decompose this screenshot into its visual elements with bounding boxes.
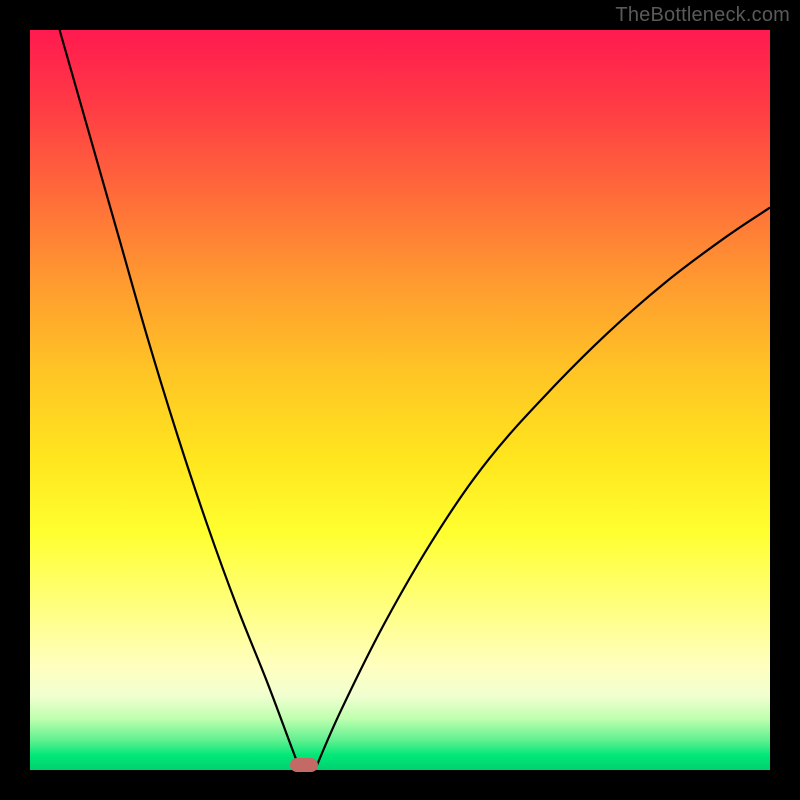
watermark-text: TheBottleneck.com [615, 4, 790, 27]
chart-curves-svg [30, 30, 770, 770]
curve-left-branch [60, 30, 301, 770]
minimum-marker [290, 758, 318, 772]
curve-right-branch [315, 208, 770, 770]
